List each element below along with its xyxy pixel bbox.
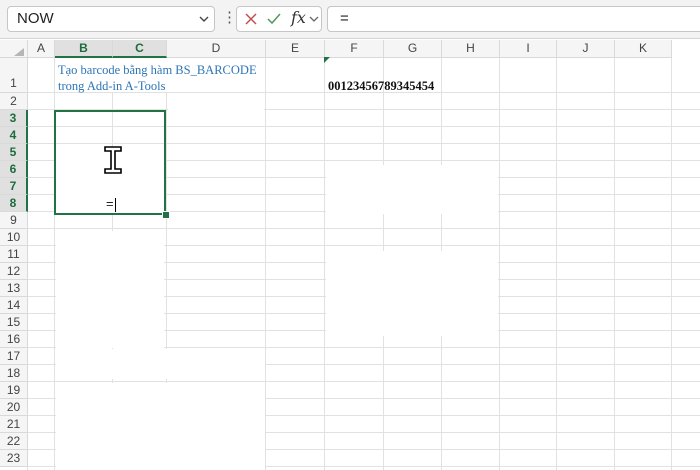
enter-check-icon[interactable]: [266, 11, 282, 27]
fill-handle[interactable]: [162, 211, 170, 219]
row-header-21[interactable]: 21: [0, 416, 28, 433]
grid-column-line: [556, 58, 557, 470]
row-header-9[interactable]: 9: [0, 212, 28, 229]
name-box-value: NOW: [17, 10, 54, 27]
merged-cell-area: [56, 349, 265, 379]
formula-buttons: fx: [236, 6, 322, 32]
note-line-1: Tạo barcode bằng hàm BS_BARCODE: [58, 63, 257, 77]
row-header-7[interactable]: 7: [0, 178, 28, 195]
row-header-4[interactable]: 4: [0, 127, 28, 144]
row-header-11[interactable]: 11: [0, 246, 28, 263]
cell-comment-indicator: [324, 57, 330, 63]
row-header-12[interactable]: 12: [0, 263, 28, 280]
column-header-h[interactable]: H: [442, 40, 500, 58]
formula-bar: NOW ⋮ fx =: [0, 0, 700, 39]
row-header-13[interactable]: 13: [0, 280, 28, 297]
column-header-k[interactable]: K: [615, 40, 672, 58]
cancel-icon[interactable]: [243, 11, 259, 27]
row-header-6[interactable]: 6: [0, 161, 28, 178]
column-header-g[interactable]: G: [384, 40, 442, 58]
grid-row-line: [28, 228, 700, 229]
text-caret: [115, 198, 116, 212]
grid-column-line: [614, 58, 615, 470]
formula-value: =: [340, 10, 349, 27]
column-header-j[interactable]: J: [557, 40, 615, 58]
merged-cell-area: [326, 165, 498, 214]
merged-cell-area: [56, 383, 265, 470]
row-header-1[interactable]: 1: [0, 58, 28, 93]
column-header-c[interactable]: C: [113, 40, 167, 58]
column-header-i[interactable]: I: [500, 40, 557, 58]
row-header-20[interactable]: 20: [0, 399, 28, 416]
row-header-5[interactable]: 5: [0, 144, 28, 161]
cell-edit-value: =: [106, 196, 114, 211]
insert-function-icon[interactable]: fx: [291, 8, 306, 27]
grid-row-line: [28, 381, 700, 382]
row-header-14[interactable]: 14: [0, 297, 28, 314]
column-header-a[interactable]: A: [28, 40, 55, 58]
column-header-d[interactable]: D: [167, 40, 266, 58]
chevron-down-icon[interactable]: [309, 14, 319, 24]
row-header-17[interactable]: 17: [0, 348, 28, 365]
row-header-22[interactable]: 22: [0, 433, 28, 450]
row-header-16[interactable]: 16: [0, 331, 28, 348]
row-header-18[interactable]: 18: [0, 365, 28, 382]
merged-cell-area: [168, 93, 264, 110]
row-header-8[interactable]: 8: [0, 195, 28, 212]
row-header-3[interactable]: 3: [0, 110, 28, 127]
row-header-10[interactable]: 10: [0, 229, 28, 246]
grid-column-line: [265, 58, 266, 470]
cell-f1-value[interactable]: 00123456789345454: [328, 79, 434, 94]
grid-column-line: [671, 58, 672, 470]
more-options-icon[interactable]: ⋮: [222, 9, 237, 27]
select-all-button[interactable]: [0, 40, 28, 58]
column-header-e[interactable]: E: [266, 40, 325, 58]
column-header-b[interactable]: B: [55, 40, 113, 58]
merged-cell-area: [326, 251, 498, 336]
row-header-19[interactable]: 19: [0, 382, 28, 399]
grid-column-line: [499, 58, 500, 470]
row-header-2[interactable]: 2: [0, 93, 28, 110]
ibeam-cursor-icon: [104, 146, 122, 174]
column-header-f[interactable]: F: [325, 40, 384, 58]
spreadsheet-grid[interactable]: ABCDEFGHIJK 1 2 3 4 5 6 7 8 9 10 11 12 13 14 15 16 17 18 1…: [0, 38, 700, 470]
row-header-23[interactable]: 23: [0, 450, 28, 467]
merged-cell-area: [56, 231, 164, 348]
chevron-down-icon[interactable]: [198, 14, 210, 24]
row-header-15[interactable]: 15: [0, 314, 28, 331]
name-box[interactable]: NOW: [7, 6, 215, 32]
formula-input[interactable]: =: [327, 6, 700, 32]
note-line-2: trong Add-in A-Tools: [58, 79, 166, 93]
cell-b1-note[interactable]: Tạo barcode bằng hàm BS_BARCODE trong Ad…: [58, 62, 257, 94]
grid-column-line: [324, 58, 325, 470]
select-all-icon: [14, 48, 24, 56]
